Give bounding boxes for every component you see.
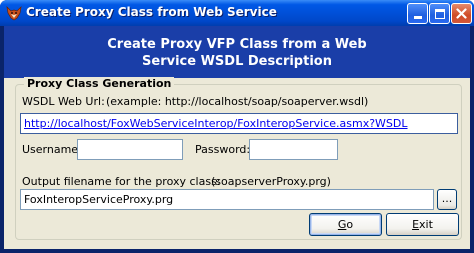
exit-button-accesskey: E bbox=[412, 218, 420, 231]
exit-button-label: xit bbox=[419, 218, 433, 231]
maximize-button[interactable] bbox=[429, 3, 450, 24]
go-button[interactable]: Go bbox=[309, 213, 382, 236]
proxy-generation-group: Proxy Class Generation WSDL Web Url: (ex… bbox=[15, 77, 462, 240]
dialog-window: Create Proxy Class from Web Service Crea… bbox=[0, 0, 474, 253]
dialog-body: Create Proxy VFP Class from a Web Servic… bbox=[4, 26, 470, 249]
close-button[interactable] bbox=[451, 3, 472, 24]
username-label: Username: bbox=[22, 143, 82, 156]
minimize-button[interactable] bbox=[407, 3, 428, 24]
group-legend: Proxy Class Generation bbox=[24, 77, 175, 90]
title-bar[interactable]: Create Proxy Class from Web Service bbox=[0, 0, 474, 26]
output-filename-example: (soapserverProxy.prg) bbox=[211, 175, 331, 188]
wsdl-url-input[interactable]: http://localhost/FoxWebServiceInterop/Fo… bbox=[20, 113, 458, 134]
header-banner: Create Proxy VFP Class from a Web Servic… bbox=[4, 26, 470, 78]
banner-line-2: Service WSDL Description bbox=[142, 54, 332, 69]
minimize-icon bbox=[413, 15, 422, 19]
output-filename-input[interactable]: FoxInteropServiceProxy.prg bbox=[20, 189, 434, 210]
username-input[interactable] bbox=[77, 139, 183, 160]
output-filename-label: Output filename for the proxy class: bbox=[22, 175, 221, 188]
go-button-label: o bbox=[346, 218, 354, 231]
window-title: Create Proxy Class from Web Service bbox=[26, 5, 277, 19]
password-label: Password: bbox=[195, 143, 251, 156]
fox-icon bbox=[6, 5, 22, 21]
wsdl-url-example: (example: http://localhost/soap/soaperve… bbox=[106, 95, 369, 108]
banner-line-1: Create Proxy VFP Class from a Web bbox=[107, 37, 367, 52]
wsdl-url-label: WSDL Web Url: bbox=[22, 95, 105, 108]
browse-button[interactable]: ... bbox=[437, 189, 457, 210]
maximize-icon bbox=[434, 8, 445, 19]
password-input[interactable] bbox=[249, 139, 338, 160]
exit-button[interactable]: Exit bbox=[386, 213, 459, 236]
close-icon bbox=[456, 8, 467, 19]
